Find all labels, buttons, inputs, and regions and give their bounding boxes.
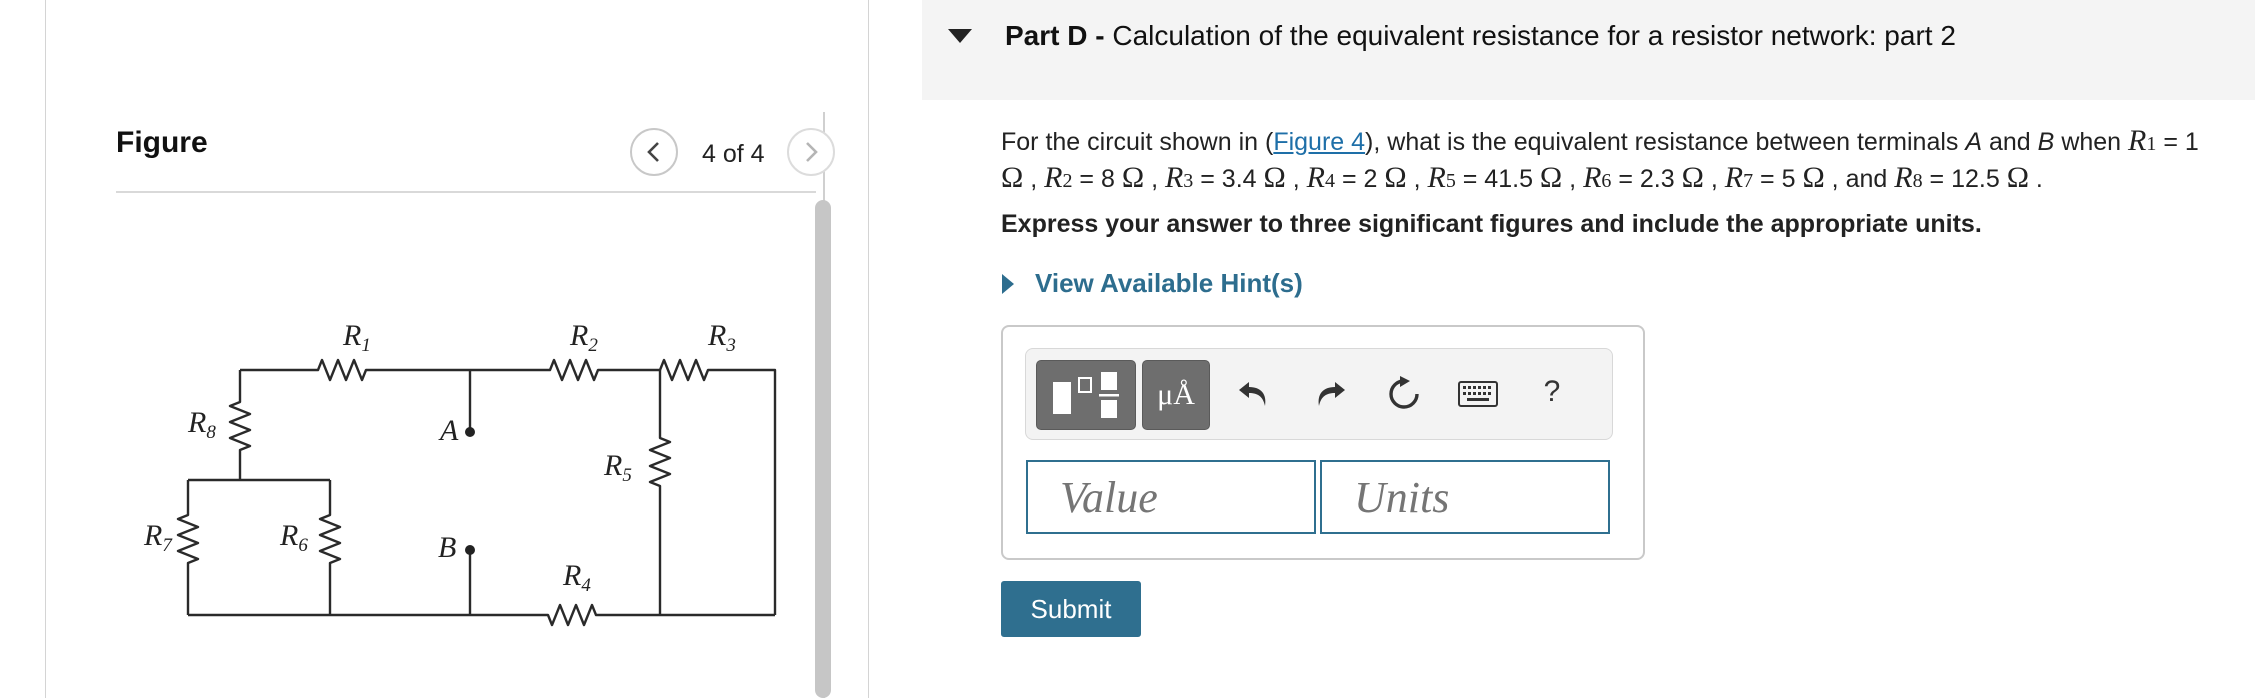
units-button[interactable]: μÅ: [1142, 360, 1210, 430]
figure-title: Figure: [116, 126, 208, 159]
top-wire-r1-r2-r3: [240, 358, 777, 615]
previous-figure-button[interactable]: [630, 128, 678, 176]
r6-value: = 2.3: [1618, 165, 1675, 193]
and-final: and: [1845, 165, 1888, 193]
redo-button[interactable]: [1308, 372, 1352, 416]
R8-label: R8: [187, 406, 216, 443]
figure-divider: [116, 191, 816, 193]
r4-sub: 4: [1324, 170, 1335, 192]
caret-down-icon[interactable]: [947, 28, 973, 44]
R7-label: R7: [143, 519, 173, 556]
help-button[interactable]: ?: [1534, 370, 1570, 414]
resistor-r6: [318, 480, 342, 615]
R4-label: R4: [562, 559, 591, 596]
ohm-2: Ω: [1121, 161, 1145, 194]
terminal-b-dot: [465, 545, 475, 555]
r7-value: = 5: [1760, 165, 1796, 193]
chevron-right-icon: [806, 142, 818, 162]
keyboard-icon: [1458, 381, 1498, 407]
r4-value: = 2: [1341, 165, 1378, 193]
figure-scrollbar[interactable]: [815, 200, 831, 698]
ohm-4: Ω: [1384, 161, 1407, 194]
ohm-1: Ω: [1001, 161, 1024, 194]
ohm-6: Ω: [1681, 161, 1704, 194]
when-word: when: [2061, 128, 2122, 156]
r1-value: = 1: [2163, 128, 2199, 156]
r5-value: = 41.5: [1462, 165, 1533, 193]
submit-button[interactable]: Submit: [1001, 581, 1141, 637]
chevron-left-icon: [647, 142, 659, 162]
r7-sub: 7: [1743, 170, 1754, 192]
templates-icon: [1053, 372, 1119, 418]
R1-label: R1: [342, 319, 371, 356]
resistor-r5: [648, 370, 672, 615]
question-text: For the circuit shown in (Figure 4), wha…: [1001, 124, 2199, 194]
r8-sub: 8: [1912, 170, 1923, 192]
redo-icon: [1318, 382, 1345, 406]
undo-button[interactable]: [1232, 372, 1276, 416]
r6-sub: 6: [1601, 170, 1612, 192]
circuit-diagram: R1 R2 R3 R4 R5 R6 R7 R8 A B: [143, 319, 777, 627]
question-body: ), what is the equivalent resistance bet…: [1365, 128, 1959, 156]
r3-sub: 3: [1183, 170, 1194, 192]
r8-value: = 12.5: [1929, 165, 2000, 193]
terminal-b-label: B: [438, 531, 456, 564]
instruction-text: Express your answer to three significant…: [1001, 210, 1982, 238]
next-figure-button[interactable]: [787, 128, 835, 176]
units-input[interactable]: [1320, 460, 1610, 534]
part-title-text: Calculation of the equivalent resistance…: [1112, 20, 1956, 51]
templates-button[interactable]: [1036, 360, 1136, 430]
r5-sub: 5: [1445, 170, 1456, 192]
r1-sub: 1: [2146, 133, 2157, 155]
reset-button[interactable]: [1382, 372, 1426, 416]
resistor-r8: [228, 370, 252, 480]
view-hints-label: View Available Hint(s): [1035, 268, 1303, 298]
r2-sub: 2: [1062, 170, 1073, 192]
R2-label: R2: [569, 319, 598, 356]
resistor-r7: [176, 480, 200, 615]
terminal-a-dot: [465, 427, 475, 437]
part-prefix: Part D -: [1005, 20, 1105, 51]
r2-value: = 8: [1079, 165, 1115, 193]
bottom-wire-r4: [188, 603, 775, 627]
figure-4-link[interactable]: Figure 4: [1273, 128, 1365, 156]
R5-label: R5: [603, 449, 632, 486]
ohm-5: Ω: [1539, 161, 1563, 194]
view-hints-toggle[interactable]: View Available Hint(s): [1001, 268, 1303, 299]
ohm-7: Ω: [1802, 161, 1825, 194]
question-intro: For the circuit shown in (: [1001, 128, 1274, 156]
terminal-a-label: A: [438, 414, 459, 447]
ohm-3: Ω: [1263, 161, 1286, 194]
term-a: A: [1965, 128, 1983, 156]
figure-counter: 4 of 4: [702, 140, 765, 168]
undo-icon: [1239, 382, 1266, 406]
r3-value: = 3.4: [1200, 165, 1257, 193]
caret-right-icon: [1002, 273, 1014, 294]
ohm-8: Ω: [2006, 161, 2029, 194]
R3-label: R3: [707, 319, 736, 356]
part-title: Part D - Calculation of the equivalent r…: [1005, 20, 1956, 52]
term-b: B: [2037, 128, 2055, 156]
and-word: and: [1989, 128, 2031, 156]
reset-icon: [1389, 376, 1419, 409]
R6-label: R6: [279, 519, 308, 556]
value-input[interactable]: [1026, 460, 1316, 534]
keyboard-button[interactable]: [1456, 376, 1500, 412]
